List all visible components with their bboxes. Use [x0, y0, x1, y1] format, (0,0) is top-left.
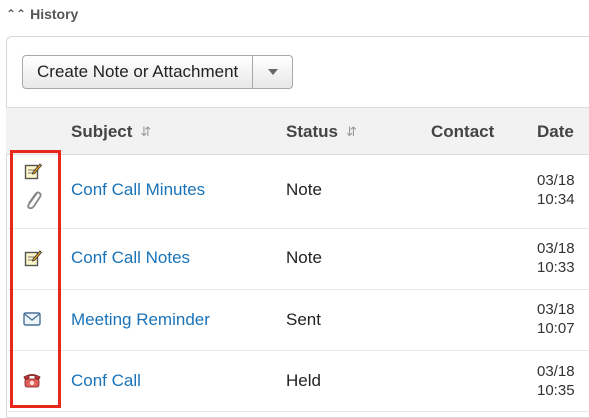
status-value: Sent — [286, 310, 321, 329]
table-row: Conf Call Notes Note 03/18 10:33 — [6, 229, 589, 290]
column-header-contact: Contact — [431, 122, 494, 142]
status-value: Note — [286, 248, 322, 267]
date-value: 03/18 10:35 — [537, 363, 575, 399]
subject-link[interactable]: Conf Call Notes — [71, 248, 190, 268]
section-title: History — [30, 6, 79, 22]
icon-column-highlight — [10, 150, 61, 408]
status-value: Note — [286, 180, 322, 199]
table-row: Conf Call Held 03/18 10:35 — [6, 351, 589, 412]
column-header-status[interactable]: Status ⇵ — [286, 122, 357, 142]
subject-link[interactable]: Conf Call — [71, 371, 141, 391]
date-value: 03/18 10:34 — [537, 172, 575, 208]
column-header-date[interactable]: Date — [537, 122, 574, 142]
toolbar: Create Note or Attachment — [22, 55, 294, 89]
subject-link[interactable]: Conf Call Minutes — [71, 180, 205, 200]
table-header: Subject ⇵ Status ⇵ Contact Date — [6, 107, 589, 155]
subject-link[interactable]: Meeting Reminder — [71, 310, 210, 330]
date-value: 03/18 10:33 — [537, 240, 575, 276]
history-section-header[interactable]: ⌃⌃ History — [6, 6, 78, 22]
status-value: Held — [286, 371, 321, 390]
column-label-status: Status — [286, 122, 338, 141]
column-label-contact: Contact — [431, 122, 495, 141]
date-value: 03/18 10:07 — [537, 301, 575, 337]
table-row: Meeting Reminder Sent 03/18 10:07 — [6, 290, 589, 351]
table-row: Conf Call Minutes Note 03/18 10:34 — [6, 154, 589, 229]
sort-icon[interactable]: ⇵ — [346, 124, 357, 140]
create-note-button[interactable]: Create Note or Attachment — [22, 55, 254, 89]
column-label-date: Date — [537, 122, 574, 141]
create-dropdown-button[interactable] — [253, 55, 294, 89]
column-header-subject[interactable]: Subject ⇵ — [71, 122, 151, 142]
sort-icon[interactable]: ⇵ — [140, 124, 151, 140]
chevron-down-icon — [267, 69, 278, 75]
column-label-subject: Subject — [71, 122, 133, 141]
collapse-chevron-icon[interactable]: ⌃⌃ — [6, 7, 26, 21]
